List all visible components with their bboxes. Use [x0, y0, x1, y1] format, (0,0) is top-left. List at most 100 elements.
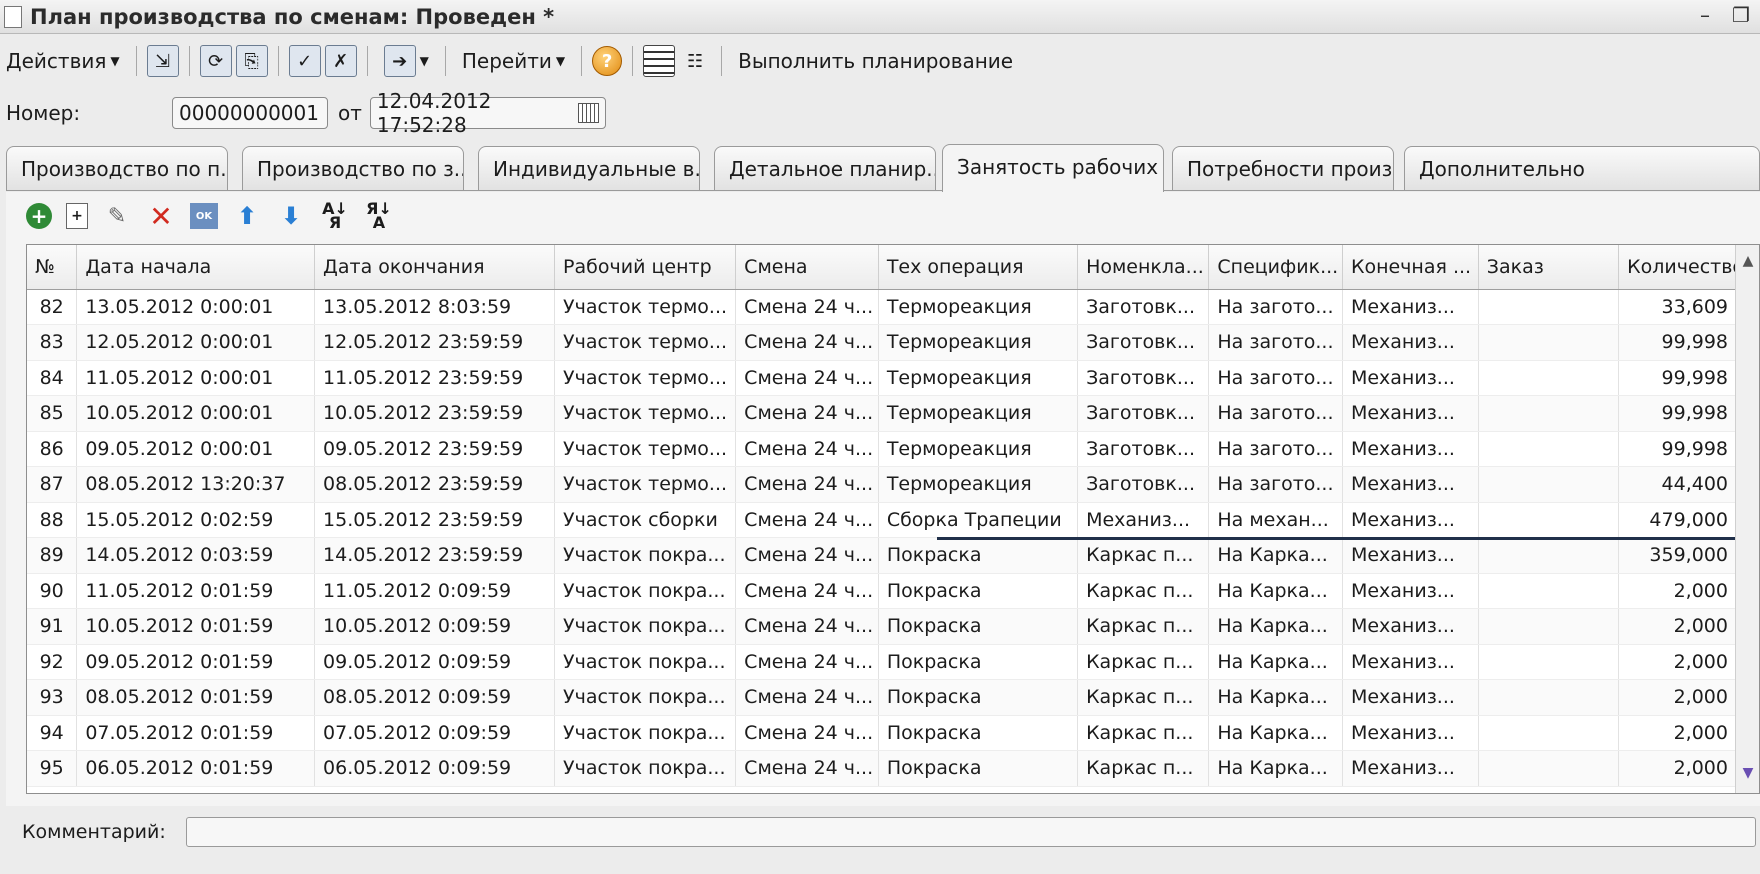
cell-shift[interactable]: Смена 24 ч... — [735, 715, 879, 751]
cell-end-date[interactable]: 10.05.2012 0:09:59 — [314, 608, 556, 645]
cell-work-center[interactable]: Участок термо... — [554, 289, 737, 325]
cell-row-number[interactable]: 82 — [27, 289, 78, 325]
cell-work-center[interactable]: Участок сборки — [554, 502, 737, 538]
restore-icon[interactable]: ❐ — [1728, 4, 1754, 28]
cell-operation[interactable]: Термореакция — [878, 324, 1079, 361]
calendar-icon[interactable] — [577, 103, 599, 123]
cell-work-center[interactable]: Участок термо... — [554, 466, 737, 503]
cell-nomenclature[interactable]: Заготовк... — [1077, 324, 1210, 361]
cell-nomenclature[interactable]: Механиз... — [1077, 502, 1210, 538]
cell-operation[interactable]: Покраска — [878, 715, 1079, 751]
cell-row-number[interactable]: 86 — [27, 431, 78, 467]
cell-row-number[interactable]: 87 — [27, 466, 78, 503]
cell-operation[interactable]: Покраска — [878, 679, 1079, 716]
cell-end-date[interactable]: 12.05.2012 23:59:59 — [314, 324, 556, 361]
cell-nomenclature[interactable]: Заготовк... — [1077, 431, 1210, 467]
tab-worker-load[interactable]: Занятость рабочих ... — [942, 144, 1164, 192]
cell-quantity[interactable]: 479,000 — [1618, 502, 1737, 538]
cell-final-product[interactable]: Механиз... — [1342, 431, 1479, 467]
cell-final-product[interactable]: Механиз... — [1342, 715, 1479, 751]
cell-work-center[interactable]: Участок покра... — [554, 715, 737, 751]
cell-shift[interactable]: Смена 24 ч... — [735, 466, 879, 503]
cell-shift[interactable]: Смена 24 ч... — [735, 608, 879, 645]
post-and-close-icon[interactable]: ⇲ — [146, 45, 179, 77]
cell-start-date[interactable]: 11.05.2012 0:00:01 — [76, 360, 316, 396]
cell-nomenclature[interactable]: Каркас п... — [1077, 715, 1210, 751]
table-row[interactable]: 83 12.05.2012 0:00:01 12.05.2012 23:59:59 У… — [27, 324, 1737, 361]
cell-start-date[interactable]: 10.05.2012 0:01:59 — [76, 608, 316, 645]
cell-specification[interactable]: На загото... — [1208, 289, 1343, 325]
table-view-icon[interactable] — [643, 45, 676, 77]
table-row[interactable]: 84 11.05.2012 0:00:01 11.05.2012 23:59:59 У… — [27, 360, 1737, 396]
cell-operation[interactable]: Покраска — [878, 537, 1079, 574]
cell-quantity[interactable]: 2,000 — [1618, 715, 1737, 751]
cell-operation[interactable]: Покраска — [878, 573, 1079, 609]
cell-specification[interactable]: На Карка... — [1208, 750, 1343, 787]
cell-work-center[interactable]: Участок покра... — [554, 608, 737, 645]
cell-end-date[interactable]: 10.05.2012 23:59:59 — [314, 395, 556, 432]
cell-end-date[interactable]: 09.05.2012 0:09:59 — [314, 644, 556, 680]
cell-row-number[interactable]: 95 — [27, 750, 78, 787]
cell-specification[interactable]: На загото... — [1208, 466, 1343, 503]
move-up-icon[interactable]: ⬆ — [232, 201, 262, 231]
tab-additional[interactable]: Дополнительно — [1404, 146, 1760, 190]
cell-shift[interactable]: Смена 24 ч... — [735, 679, 879, 716]
cell-nomenclature[interactable]: Каркас п... — [1077, 608, 1210, 645]
cell-start-date[interactable]: 06.05.2012 0:01:59 — [76, 750, 316, 787]
cell-row-number[interactable]: 83 — [27, 324, 78, 361]
cell-specification[interactable]: На Карка... — [1208, 679, 1343, 716]
cell-order[interactable] — [1478, 466, 1620, 503]
cell-quantity[interactable]: 99,998 — [1618, 324, 1737, 361]
cell-specification[interactable]: На Карка... — [1208, 715, 1343, 751]
cell-shift[interactable]: Смена 24 ч... — [735, 324, 879, 361]
cell-work-center[interactable]: Участок термо... — [554, 360, 737, 396]
table-row[interactable]: 88 15.05.2012 0:02:59 15.05.2012 23:59:59 У… — [27, 502, 1737, 538]
cell-specification[interactable]: На Карка... — [1208, 537, 1343, 574]
cell-end-date[interactable]: 08.05.2012 23:59:59 — [314, 466, 556, 503]
cell-final-product[interactable]: Механиз... — [1342, 466, 1479, 503]
cell-shift[interactable]: Смена 24 ч... — [735, 644, 879, 680]
table-row[interactable]: 86 09.05.2012 0:00:01 09.05.2012 23:59:59 У… — [27, 431, 1737, 467]
cell-work-center[interactable]: Участок покра... — [554, 573, 737, 609]
cell-quantity[interactable]: 99,998 — [1618, 431, 1737, 467]
cell-operation[interactable]: Термореакция — [878, 360, 1079, 396]
cell-order[interactable] — [1478, 431, 1620, 467]
cell-end-date[interactable]: 11.05.2012 23:59:59 — [314, 360, 556, 396]
cell-work-center[interactable]: Участок термо... — [554, 431, 737, 467]
cell-nomenclature[interactable]: Заготовк... — [1077, 289, 1210, 325]
cell-end-date[interactable]: 07.05.2012 0:09:59 — [314, 715, 556, 751]
cell-row-number[interactable]: 90 — [27, 573, 78, 609]
cell-work-center[interactable]: Участок покра... — [554, 644, 737, 680]
cell-row-number[interactable]: 88 — [27, 502, 78, 538]
tab-production-needs[interactable]: Потребности произ... — [1172, 146, 1394, 190]
cell-quantity[interactable]: 33,609 — [1618, 289, 1737, 325]
vertical-scrollbar[interactable]: ▲ ▼ — [1735, 245, 1759, 793]
cell-nomenclature[interactable]: Каркас п... — [1077, 537, 1210, 574]
table-row[interactable]: 85 10.05.2012 0:00:01 10.05.2012 23:59:59 У… — [27, 395, 1737, 432]
cell-row-number[interactable]: 89 — [27, 537, 78, 574]
col-header-start-date[interactable]: Дата начала — [76, 245, 316, 290]
col-header-quantity[interactable]: Количество — [1618, 245, 1737, 290]
cell-shift[interactable]: Смена 24 ч... — [735, 395, 879, 432]
cell-end-date[interactable]: 14.05.2012 23:59:59 — [314, 537, 556, 574]
tab-individual[interactable]: Индивидуальные в... — [478, 146, 700, 190]
cell-end-date[interactable]: 08.05.2012 0:09:59 — [314, 679, 556, 716]
cell-nomenclature[interactable]: Заготовк... — [1077, 466, 1210, 503]
unpost-document-icon[interactable]: ✗ — [324, 45, 357, 77]
cell-work-center[interactable]: Участок покра... — [554, 679, 737, 716]
table-row[interactable]: 90 11.05.2012 0:01:59 11.05.2012 0:09:59 Уч… — [27, 573, 1737, 609]
cell-operation[interactable]: Термореакция — [878, 466, 1079, 503]
col-header-shift[interactable]: Смена — [735, 245, 879, 290]
cell-work-center[interactable]: Участок термо... — [554, 324, 737, 361]
cell-end-date[interactable]: 09.05.2012 23:59:59 — [314, 431, 556, 467]
cell-quantity[interactable]: 2,000 — [1618, 679, 1737, 716]
cell-quantity[interactable]: 2,000 — [1618, 573, 1737, 609]
cell-start-date[interactable]: 09.05.2012 0:01:59 — [76, 644, 316, 680]
cell-specification[interactable]: На Карка... — [1208, 573, 1343, 609]
cell-order[interactable] — [1478, 608, 1620, 645]
cell-quantity[interactable]: 99,998 — [1618, 360, 1737, 396]
number-field[interactable]: 00000000001 — [172, 97, 328, 129]
cell-specification[interactable]: На механ... — [1208, 502, 1343, 538]
cell-order[interactable] — [1478, 324, 1620, 361]
comment-field[interactable] — [186, 817, 1756, 847]
